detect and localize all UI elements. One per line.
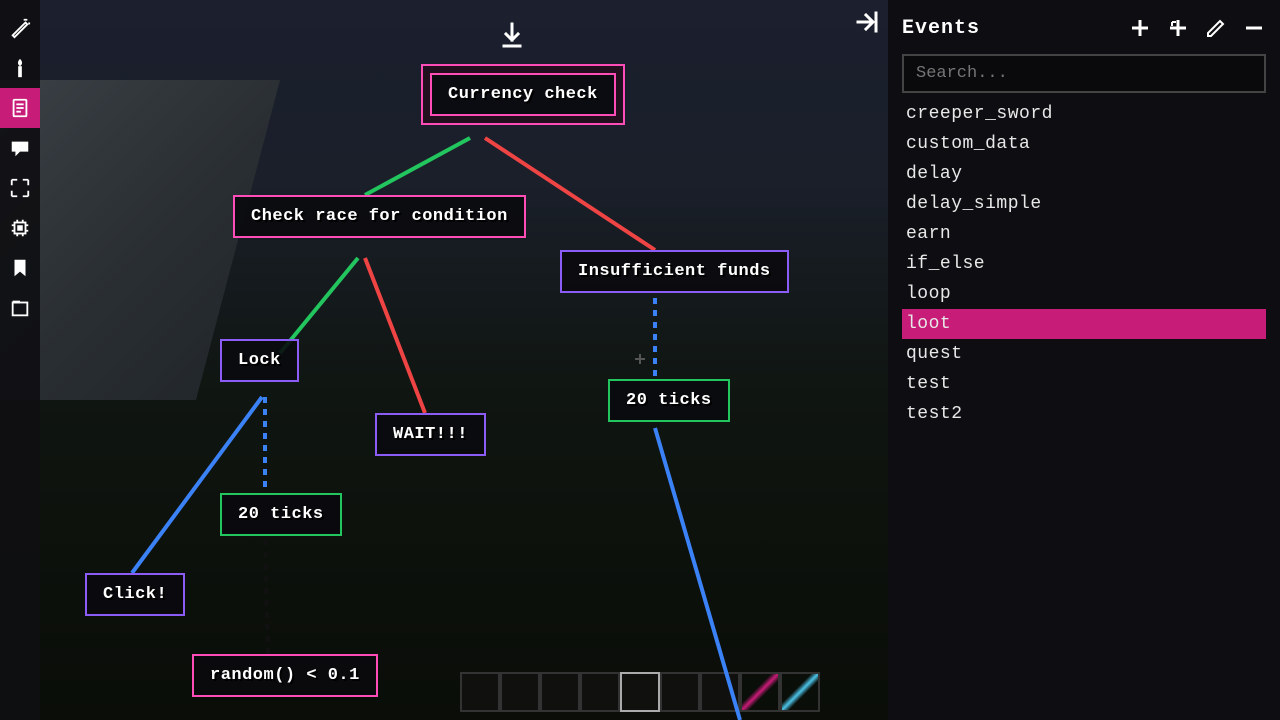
event-list: creeper_sword custom_data delay delay_si… — [902, 99, 1266, 429]
node-label: Insufficient funds — [578, 262, 771, 281]
node-label: Lock — [238, 351, 281, 370]
chip-tool[interactable] — [0, 208, 40, 248]
event-item[interactable]: quest — [902, 339, 1266, 369]
node-insufficient[interactable]: Insufficient funds — [560, 250, 789, 293]
event-item[interactable]: delay — [902, 159, 1266, 189]
duplicate-event-button[interactable] — [1166, 16, 1190, 40]
event-item[interactable]: if_else — [902, 249, 1266, 279]
add-event-button[interactable] — [1128, 16, 1152, 40]
node-label: 20 ticks — [626, 391, 712, 410]
node-wait[interactable]: WAIT!!! — [375, 413, 486, 456]
wand-tool[interactable] — [0, 8, 40, 48]
search-input[interactable] — [902, 54, 1266, 93]
node-click[interactable]: Click! — [85, 573, 185, 616]
event-item[interactable]: test — [902, 369, 1266, 399]
collapse-panel-icon[interactable] — [854, 10, 880, 39]
torch-tool[interactable] — [0, 48, 40, 88]
node-label: WAIT!!! — [393, 425, 468, 444]
node-label: random() < 0.1 — [210, 666, 360, 685]
events-panel: Events creeper_sword custom_data delay d… — [888, 0, 1280, 720]
edit-event-button[interactable] — [1204, 16, 1228, 40]
event-item[interactable]: test2 — [902, 399, 1266, 429]
node-currency-check[interactable]: Currency check — [430, 73, 616, 116]
chat-tool[interactable] — [0, 128, 40, 168]
event-item[interactable]: creeper_sword — [902, 99, 1266, 129]
node-random[interactable]: random() < 0.1 — [192, 654, 378, 697]
event-item[interactable]: custom_data — [902, 129, 1266, 159]
fullscreen-tool[interactable] — [0, 168, 40, 208]
event-item[interactable]: loot — [902, 309, 1266, 339]
import-icon[interactable] — [500, 22, 524, 55]
node-ticks-right[interactable]: 20 ticks — [608, 379, 730, 422]
node-lock[interactable]: Lock — [220, 339, 299, 382]
node-check-race[interactable]: Check race for condition — [233, 195, 526, 238]
panel-title: Events — [902, 17, 980, 40]
node-canvas[interactable]: Currency check Check race for condition … — [40, 0, 880, 720]
event-item[interactable]: loop — [902, 279, 1266, 309]
node-ticks-left[interactable]: 20 ticks — [220, 493, 342, 536]
event-item[interactable]: earn — [902, 219, 1266, 249]
bookmark-tool[interactable] — [0, 248, 40, 288]
node-label: Currency check — [448, 85, 598, 104]
node-label: Check race for condition — [251, 207, 508, 226]
left-toolbar — [0, 0, 40, 720]
remove-event-button[interactable] — [1242, 16, 1266, 40]
script-tool[interactable] — [0, 88, 40, 128]
node-label: Click! — [103, 585, 167, 604]
folder-tool[interactable] — [0, 288, 40, 328]
event-item[interactable]: delay_simple — [902, 189, 1266, 219]
node-label: 20 ticks — [238, 505, 324, 524]
